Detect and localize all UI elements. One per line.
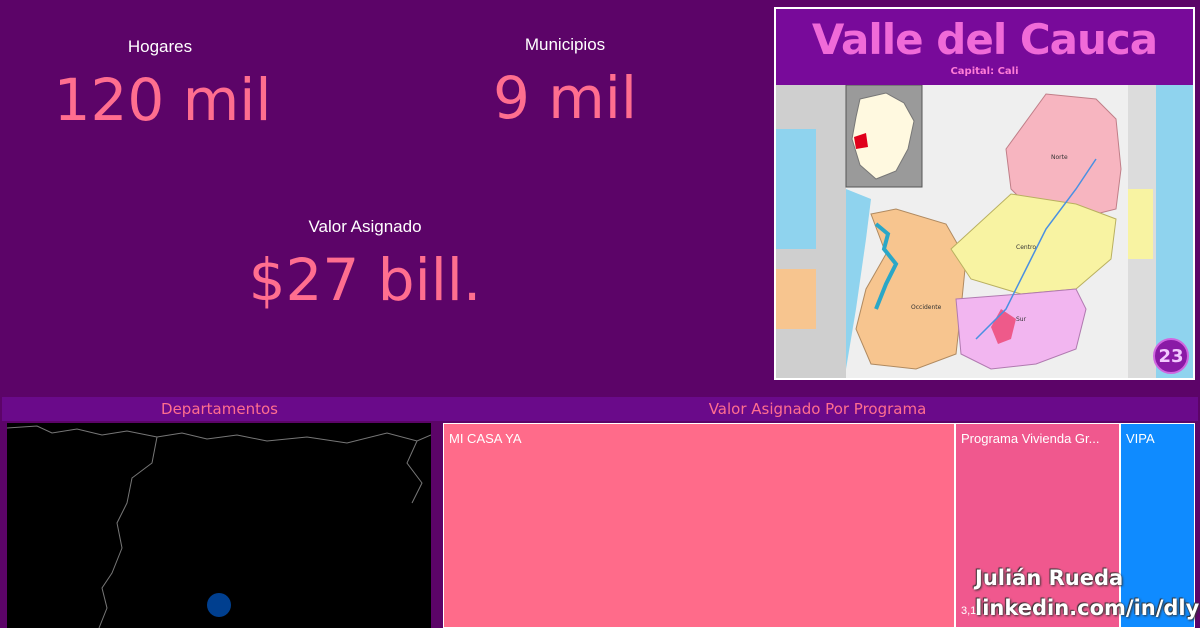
svg-text:Occidente: Occidente [911,304,942,311]
tile-label: Programa Vivienda Gr... [961,431,1100,446]
watermark-name: Julián Rueda [975,566,1124,590]
region-map-subtitle: Capital: Cali [950,66,1019,77]
tile-value: 3,1 [961,605,977,617]
region-map-title: Valle del Cauca [811,15,1158,64]
svg-text:Sur: Sur [1016,316,1027,323]
kpi-municipios-value: 9 mil [492,64,638,132]
kpi-valor-value: $27 bill. [248,246,482,314]
svg-text:Norte: Norte [1051,154,1068,161]
region-number-badge: 23 [1153,338,1189,374]
kpi-municipios-label: Municipios [524,35,606,54]
tile-label: MI CASA YA [449,431,522,446]
kpi-valor-label: Valor Asignado [308,217,422,236]
svg-text:Centro: Centro [1016,244,1036,251]
kpi-hogares-value: 120 mil [53,66,272,134]
departamentos-header: Departamentos [2,397,437,421]
region-map-image: Occidente Norte Centro Sur Valle del Cau… [774,7,1195,380]
departamentos-map-borders [7,425,431,628]
kpi-hogares-label: Hogares [127,37,193,56]
departamentos-map[interactable] [7,423,431,628]
treemap-header: Valor Asignado Por Programa [437,397,1198,421]
watermark-link: linkedin.com/in/dlyst [975,596,1200,620]
treemap-tile-mi-casa-ya[interactable]: MI CASA YA [443,423,955,628]
tile-label: VIPA [1126,431,1155,446]
departamento-marker[interactable] [207,593,231,617]
